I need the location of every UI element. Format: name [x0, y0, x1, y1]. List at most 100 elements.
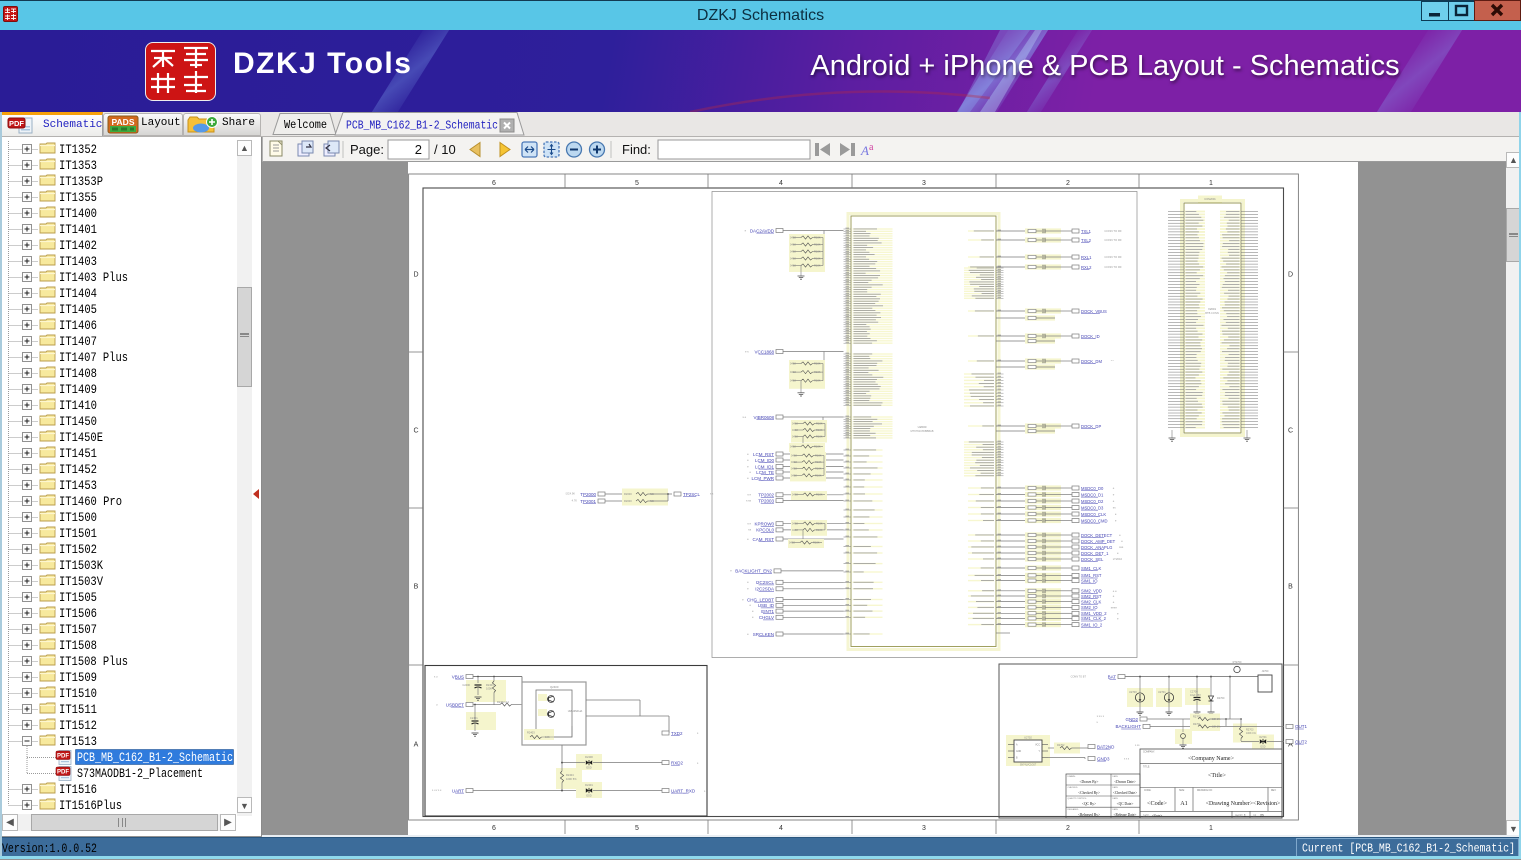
svg-text:D: D	[1288, 272, 1293, 279]
svg-text:s: s	[704, 790, 706, 793]
svg-text:D: D	[413, 272, 418, 279]
svg-text:IT1502: IT1502	[59, 543, 97, 557]
svg-text:DOCK_ANAPLG: DOCK_ANAPLG	[1081, 545, 1112, 550]
svg-text:e: e	[1113, 600, 1115, 604]
svg-text:e: e	[747, 632, 749, 636]
svg-text:CONN TO RF: CONN TO RF	[1104, 238, 1122, 242]
svg-text:IT1506: IT1506	[59, 607, 97, 621]
svg-text:PCB_MB_C162_B1-2_Schematic: PCB_MB_C162_B1-2_Schematic	[77, 751, 233, 765]
svg-text:e: e	[745, 228, 747, 232]
svg-text:2: 2	[1066, 825, 1070, 832]
svg-text:I2C2SCL: I2C2SCL	[756, 580, 775, 585]
svg-text:R2000: R2000	[624, 492, 632, 496]
svg-text:IT1508: IT1508	[59, 639, 97, 653]
svg-text:e: e	[752, 615, 754, 619]
svg-text:IT1516Plus: IT1516Plus	[59, 799, 122, 813]
svg-text:e: e	[747, 476, 749, 480]
svg-text:SN74LVC1G07: SN74LVC1G07	[1020, 764, 1037, 767]
svg-text:<Company Name>: <Company Name>	[1188, 756, 1235, 762]
svg-text:6: 6	[492, 180, 496, 187]
svg-text:UART_RXD: UART_RXD	[671, 788, 696, 793]
svg-text:IT1510: IT1510	[59, 687, 97, 701]
svg-text:IT1512: IT1512	[59, 719, 97, 733]
svg-text:CONN TO BT: CONN TO BT	[1071, 676, 1087, 679]
svg-text:<Drawn By>: <Drawn By>	[1080, 780, 1099, 784]
svg-text:RELEASED:: RELEASED:	[1068, 808, 1080, 811]
svg-text:OUT2: OUT2	[1295, 739, 1307, 744]
svg-text:s u v s u: s u v s u	[432, 789, 442, 792]
svg-text:S73MAODB1-2_Placement: S73MAODB1-2_Placement	[77, 767, 203, 781]
svg-text:TXL2: TXL2	[1081, 238, 1092, 243]
svg-text:IT1452: IT1452	[59, 463, 97, 477]
svg-text:DOCK_AMP_DET: DOCK_AMP_DET	[1081, 539, 1116, 544]
svg-text:e: e	[747, 587, 749, 591]
svg-text:1: 1	[1209, 825, 1213, 832]
svg-text:e: e	[1121, 539, 1123, 543]
svg-text:IT1451: IT1451	[59, 447, 97, 461]
svg-text:4: 4	[779, 180, 783, 187]
svg-text:e: e	[752, 609, 754, 613]
svg-text:<Date>: <Date>	[1152, 813, 1162, 817]
svg-text:e: e	[747, 464, 749, 468]
svg-text:2: 2	[1066, 180, 1070, 187]
svg-text:CONN TO RF: CONN TO RF	[1104, 229, 1122, 233]
svg-text:IT1516: IT1516	[59, 783, 97, 797]
svg-text:A1: A1	[1180, 800, 1188, 807]
svg-text:s e: s e	[742, 415, 746, 419]
svg-text:20: 20	[1260, 814, 1264, 818]
svg-text:R2404: R2404	[566, 773, 574, 777]
svg-text:e: e	[750, 603, 752, 607]
svg-text:s ss: s ss	[1135, 744, 1140, 747]
svg-text:Q2400: Q2400	[550, 685, 559, 689]
svg-text:IT1352: IT1352	[59, 143, 97, 157]
svg-text:s e: s e	[747, 493, 751, 497]
svg-text:U2700: U2700	[1129, 690, 1137, 694]
svg-text:3: 3	[922, 825, 926, 832]
svg-text:4.7K: 4.7K	[572, 499, 578, 503]
svg-text:IT1513: IT1513	[59, 735, 97, 749]
svg-text:<Checked By>: <Checked By>	[1078, 791, 1100, 795]
svg-text:C: C	[1288, 428, 1293, 435]
svg-text:SIZE:: SIZE:	[1179, 790, 1185, 792]
svg-text:TP2SCL: TP2SCL	[683, 492, 701, 497]
svg-text:s u: s u	[434, 676, 438, 679]
svg-text:CHGLV: CHGLV	[759, 615, 774, 620]
svg-text:s s u s: s s u s	[1097, 715, 1105, 718]
svg-text:Version:1.0.0.52: Version:1.0.0.52	[2, 842, 97, 856]
svg-text:e: e	[1115, 519, 1117, 523]
svg-text:DOCK_DETECT: DOCK_DETECT	[1081, 533, 1113, 538]
svg-text:D2400: D2400	[585, 755, 593, 759]
svg-text:LCM_RST: LCM_RST	[753, 452, 774, 457]
svg-text:IT1460 Pro: IT1460 Pro	[59, 495, 122, 509]
svg-text:ESD: ESD	[586, 766, 591, 770]
svg-text:CONN TO RF: CONN TO RF	[1104, 255, 1122, 259]
svg-text:UART: UART	[452, 788, 464, 793]
svg-text:10K 1%: 10K 1%	[1212, 725, 1221, 728]
svg-text:PADS: PADS	[112, 117, 135, 127]
svg-text:<Drawing Number><Revision>: <Drawing Number><Revision>	[1206, 801, 1280, 807]
svg-text:DRAWING NO:: DRAWING NO:	[1197, 789, 1213, 792]
svg-text:DOCK_DET_1: DOCK_DET_1	[1081, 551, 1109, 556]
svg-text:IT1453: IT1453	[59, 479, 97, 493]
svg-text:MSDC0_CLK: MSDC0_CLK	[1081, 512, 1106, 517]
svg-text:IT1404: IT1404	[59, 287, 97, 301]
svg-text:IT1353P: IT1353P	[59, 175, 103, 189]
svg-text:BAT2ND: BAT2ND	[1097, 744, 1115, 749]
svg-text:6: 6	[492, 825, 496, 832]
svg-text:CHECKED:: CHECKED:	[1068, 787, 1079, 789]
svg-text:VCC1868: VCC1868	[754, 349, 774, 354]
svg-text:R2403: R2403	[527, 731, 535, 735]
svg-text:TP2003: TP2003	[758, 498, 774, 503]
svg-text:A: A	[414, 742, 419, 749]
svg-text:2: 2	[415, 142, 422, 157]
svg-text:DOCK_DM: DOCK_DM	[1081, 359, 1102, 364]
svg-text:DRAWN:: DRAWN:	[1068, 775, 1076, 778]
svg-text:DATE:: DATE:	[1113, 775, 1119, 778]
svg-text:<QC Date>: <QC Date>	[1117, 802, 1134, 806]
svg-text:IT1508 Plus: IT1508 Plus	[59, 655, 128, 669]
svg-text:Welcome: Welcome	[284, 118, 327, 132]
svg-text:VBUS: VBUS	[452, 674, 464, 679]
svg-text:QUALITY CONTROL:: QUALITY CONTROL:	[1068, 797, 1088, 800]
svg-text:3: 3	[922, 180, 926, 187]
svg-text:SIM1_CLK_2: SIM1_CLK_2	[1081, 616, 1107, 621]
